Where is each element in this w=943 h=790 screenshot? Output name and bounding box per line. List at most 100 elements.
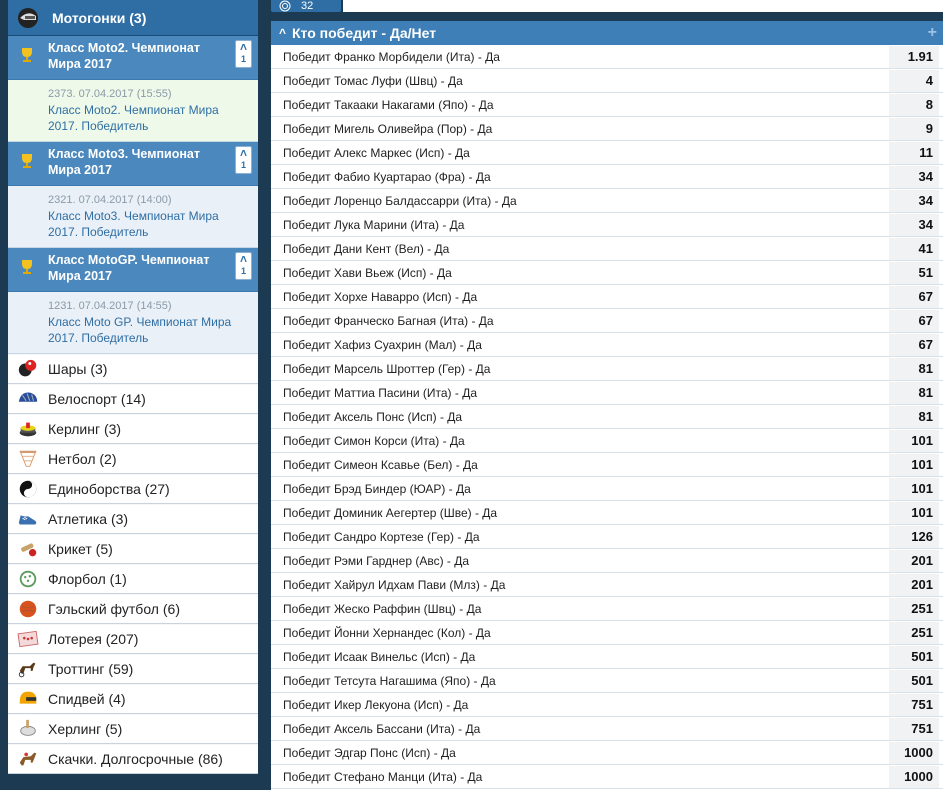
selection-name: Победит Дани Кент (Вел) - Да [283, 241, 450, 256]
odds-button[interactable]: 81 [889, 405, 939, 428]
odds-button[interactable]: 81 [889, 381, 939, 404]
category-header-moto[interactable]: Мотогонки (3) [8, 0, 258, 36]
event-meta: 1231. 07.04.2017 (14:55) [48, 300, 172, 312]
sport-item[interactable]: Лотерея (207) [8, 624, 258, 654]
odds-button[interactable]: 81 [889, 357, 939, 380]
tournament-title: Класс Moto2. Чемпионат Мира 2017 [48, 41, 200, 71]
sport-item[interactable]: Велоспорт (14) [8, 384, 258, 414]
chevron-up-icon: ˄ [239, 40, 247, 54]
odds-button[interactable]: 34 [889, 165, 939, 188]
sport-item[interactable]: Нетбол (2) [8, 444, 258, 474]
cricket-icon [16, 538, 40, 560]
sport-label: Флорбол (1) [48, 571, 127, 587]
odds-button[interactable]: 251 [889, 621, 939, 644]
market-row: Победит Дани Кент (Вел) - Да 41 [271, 237, 943, 261]
odds-button[interactable]: 201 [889, 573, 939, 596]
tournament-header[interactable]: Класс Moto3. Чемпионат Мира 2017 ˄ 1 [8, 142, 258, 186]
chevron-up-icon: ˄ [239, 252, 247, 266]
sport-item[interactable]: Атлетика (3) [8, 504, 258, 534]
market-row: Победит Хорхе Наварро (Исп) - Да 67 [271, 285, 943, 309]
market-row: Победит Марсель Шроттер (Гер) - Да 81 [271, 357, 943, 381]
market-header[interactable]: ^ Кто победит - Да/Нет + [271, 21, 943, 45]
market-row: Победит Сандро Кортезе (Гер) - Да 126 [271, 525, 943, 549]
odds-button[interactable]: 101 [889, 429, 939, 452]
odds-button[interactable]: 201 [889, 549, 939, 572]
selection-name: Победит Симеон Ксавье (Бел) - Да [283, 457, 478, 472]
event-count: 1 [240, 54, 246, 64]
odds-button[interactable]: 751 [889, 693, 939, 716]
sport-item[interactable]: Спидвей (4) [8, 684, 258, 714]
selection-name: Победит Аксель Понс (Исп) - Да [283, 409, 463, 424]
market-row: Победит Хайрул Идхам Пави (Млз) - Да 201 [271, 573, 943, 597]
selection-name: Победит Хорхе Наварро (Исп) - Да [283, 289, 478, 304]
sport-item[interactable]: Крикет (5) [8, 534, 258, 564]
selection-name: Победит Аксель Бассани (Ита) - Да [283, 721, 481, 736]
collapse-button[interactable]: ˄ 1 [235, 146, 252, 174]
sport-item[interactable]: Троттинг (59) [8, 654, 258, 684]
sport-label: Атлетика (3) [48, 511, 129, 527]
odds-button[interactable]: 34 [889, 213, 939, 236]
odds-button[interactable]: 101 [889, 477, 939, 500]
odds-button[interactable]: 251 [889, 597, 939, 620]
odds-button[interactable]: 8 [889, 93, 939, 116]
plus-icon[interactable]: + [928, 24, 937, 42]
event-item[interactable]: 2321. 07.04.2017 (14:00) Класс Moto3. Чем… [8, 186, 258, 248]
selection-name: Победит Исаак Винельс (Исп) - Да [283, 649, 476, 664]
sport-item[interactable]: Шары (3) [8, 354, 258, 384]
selection-name: Победит Лоренцо Балдассарри (Ита) - Да [283, 193, 517, 208]
selection-name: Победит Икер Лекуона (Исп) - Да [283, 697, 469, 712]
yin-yang-icon [16, 478, 40, 500]
tournament-header[interactable]: Класс Moto2. Чемпионат Мира 2017 ˄ 1 [8, 36, 258, 80]
running-shoe-icon [16, 508, 40, 530]
market-row: Победит Такааки Накагами (Япо) - Да 8 [271, 93, 943, 117]
odds-button[interactable]: 51 [889, 261, 939, 284]
odds-button[interactable]: 4 [889, 69, 939, 92]
market-row: Победит Маттиа Пасини (Ита) - Да 81 [271, 381, 943, 405]
market-rows: Победит Франко Морбидели (Ита) - Да 1.91 П… [271, 45, 943, 789]
market-row: Победит Симон Корси (Ита) - Да 101 [271, 429, 943, 453]
netball-hoop-icon [16, 448, 40, 470]
sport-item[interactable]: Гэльский футбол (6) [8, 594, 258, 624]
odds-button[interactable]: 501 [889, 669, 939, 692]
selection-name: Победит Фабио Куартарао (Фра) - Да [283, 169, 491, 184]
odds-button[interactable]: 67 [889, 309, 939, 332]
odds-button[interactable]: 126 [889, 525, 939, 548]
sport-item[interactable]: Флорбол (1) [8, 564, 258, 594]
cycling-helmet-icon [16, 388, 40, 410]
event-name: Класс Moto3. Чемпионат Мира 2017. Победи… [48, 209, 219, 239]
sport-item[interactable]: Скачки. Долгосрочные (86) [8, 744, 258, 774]
odds-button[interactable]: 751 [889, 717, 939, 740]
market-panel: ^ Кто победит - Да/Нет + Победит Франко … [271, 21, 943, 790]
odds-button[interactable]: 1.91 [889, 45, 939, 68]
sport-item[interactable]: Херлинг (5) [8, 714, 258, 744]
trotting-horse-icon [16, 658, 40, 680]
odds-button[interactable]: 67 [889, 285, 939, 308]
odds-button[interactable]: 41 [889, 237, 939, 260]
odds-button[interactable]: 11 [889, 141, 939, 164]
market-row: Победит Томас Луфи (Швц) - Да 4 [271, 69, 943, 93]
live-count-button[interactable]: 32 [271, 0, 341, 12]
sport-item[interactable]: Единоборства (27) [8, 474, 258, 504]
event-name: Класс Moto2. Чемпионат Мира 2017. Победи… [48, 103, 219, 133]
odds-button[interactable]: 1000 [889, 741, 939, 764]
market-title: Кто победит - Да/Нет [292, 25, 437, 41]
sport-label: Спидвей (4) [48, 691, 126, 707]
odds-button[interactable]: 67 [889, 333, 939, 356]
tournament-list: Класс Moto2. Чемпионат Мира 2017 ˄ 1 2373. … [8, 36, 258, 354]
tournament-header[interactable]: Класс MotoGP. Чемпионат Мира 2017 ˄ 1 [8, 248, 258, 292]
odds-button[interactable]: 101 [889, 501, 939, 524]
collapse-button[interactable]: ˄ 1 [235, 40, 252, 68]
odds-button[interactable]: 101 [889, 453, 939, 476]
odds-button[interactable]: 501 [889, 645, 939, 668]
sport-item[interactable]: Керлинг (3) [8, 414, 258, 444]
event-item[interactable]: 1231. 07.04.2017 (14:55) Класс Moto GP. Ч… [8, 292, 258, 354]
event-item[interactable]: 2373. 07.04.2017 (15:55) Класс Moto2. Чем… [8, 80, 258, 142]
odds-button[interactable]: 1000 [889, 765, 939, 788]
selection-name: Победит Йонни Хернандес (Кол) - Да [283, 625, 491, 640]
collapse-button[interactable]: ˄ 1 [235, 252, 252, 280]
odds-button[interactable]: 9 [889, 117, 939, 140]
sport-label: Единоборства (27) [48, 481, 170, 497]
event-meta: 2373. 07.04.2017 (15:55) [48, 88, 172, 100]
odds-button[interactable]: 34 [889, 189, 939, 212]
hurling-icon [16, 718, 40, 740]
